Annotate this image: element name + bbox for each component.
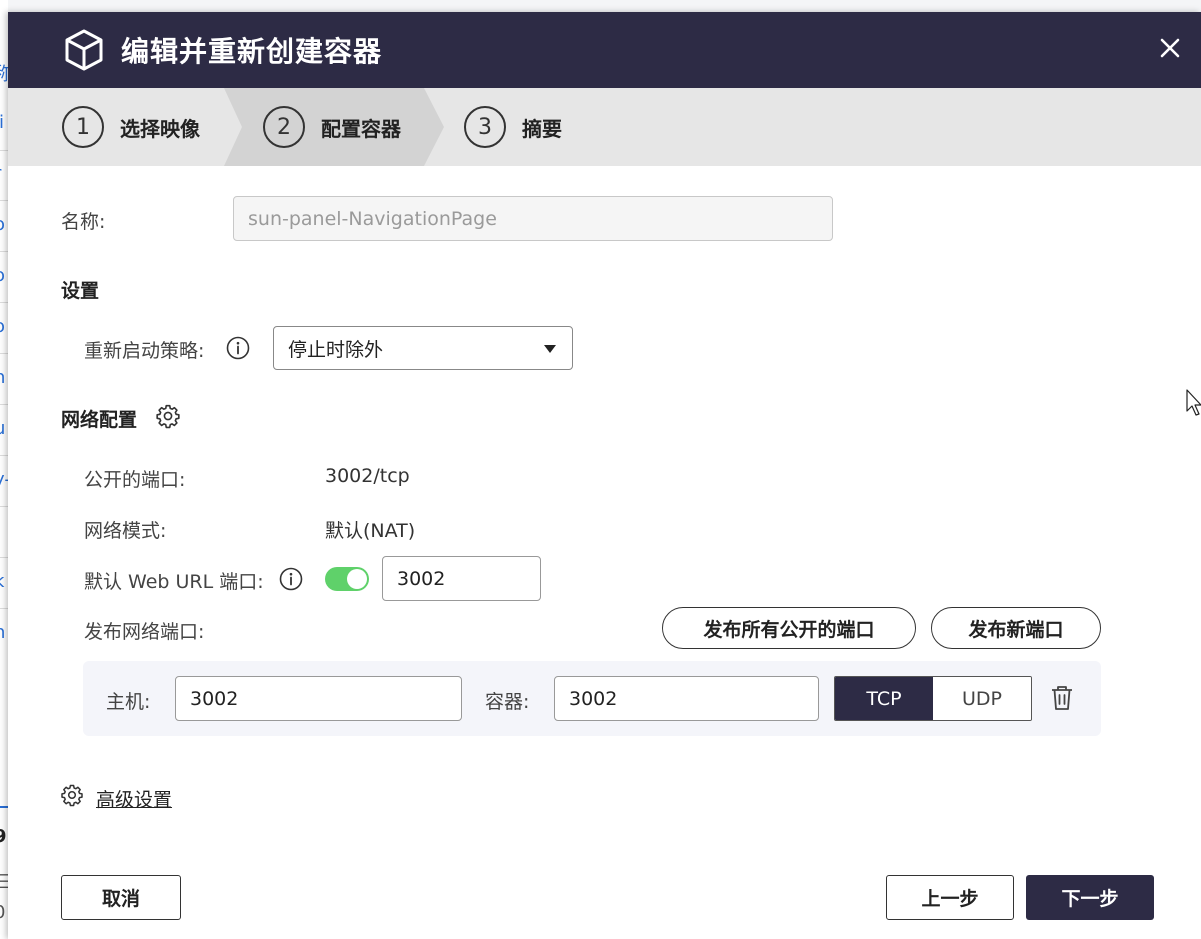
container-port-label: 容器: — [485, 691, 530, 713]
name-field[interactable]: sun-panel-NavigationPage — [233, 196, 833, 241]
bg-divider — [0, 302, 8, 303]
cancel-button[interactable]: 取消 — [61, 875, 181, 920]
cube-icon — [65, 29, 103, 71]
toggle-knob — [347, 569, 367, 589]
web-url-port-toggle[interactable] — [325, 567, 369, 591]
step-configure-container: 2 配置容器 — [263, 88, 401, 166]
wizard-steps: 1 选择映像 2 配置容器 3 摘要 — [8, 88, 1201, 166]
info-icon[interactable] — [226, 336, 250, 360]
close-icon[interactable] — [1158, 36, 1182, 60]
edit-container-dialog: 编辑并重新创建容器 1 选择映像 2 配置容器 3 摘要 名称: sun-pan… — [8, 12, 1201, 939]
mouse-cursor-icon — [1186, 389, 1201, 416]
step-number: 2 — [263, 106, 305, 148]
protocol-udp-option[interactable]: UDP — [933, 677, 1031, 720]
dialog-titlebar: 编辑并重新创建容器 — [8, 12, 1201, 88]
chevron-down-icon — [544, 345, 556, 353]
bg-divider — [0, 200, 8, 201]
bg-fragment: r — [0, 163, 8, 184]
protocol-toggle: TCP UDP — [834, 676, 1032, 721]
network-config-heading: 网络配置 — [61, 409, 138, 431]
gear-icon[interactable] — [155, 403, 181, 429]
bg-fragment: o — [0, 214, 8, 235]
step-number: 3 — [464, 106, 506, 148]
previous-step-button[interactable]: 上一步 — [886, 875, 1014, 920]
bg-divider — [0, 608, 8, 609]
network-mode-value: 默认(NAT) — [325, 520, 416, 542]
bg-fragment: n — [0, 622, 8, 643]
trash-icon[interactable] — [1049, 684, 1075, 712]
step-label: 摘要 — [522, 116, 562, 141]
bg-divider — [0, 506, 8, 507]
bg-fragment: 称 — [0, 60, 8, 86]
name-label: 名称: — [61, 211, 106, 233]
bg-fragment: i — [0, 520, 8, 541]
bg-fragment: 9 — [0, 826, 7, 847]
host-port-label: 主机: — [106, 691, 151, 713]
bg-divider — [0, 404, 8, 405]
bg-fragment: y- — [0, 469, 8, 490]
step-label: 选择映像 — [120, 116, 200, 141]
publish-new-port-button[interactable]: 发布新端口 — [931, 607, 1101, 649]
dialog-title: 编辑并重新创建容器 — [121, 35, 383, 68]
bg-divider — [0, 353, 8, 354]
step-summary: 3 摘要 — [464, 88, 562, 166]
bg-fragment: o — [0, 265, 8, 286]
restart-policy-value: 停止时除外 — [288, 338, 384, 361]
bg-divider — [0, 150, 8, 151]
bg-fragment: n — [0, 367, 8, 388]
bg-divider — [0, 557, 8, 558]
network-mode-label: 网络模式: — [84, 520, 167, 542]
gear-icon[interactable] — [60, 783, 84, 807]
bg-divider — [0, 455, 8, 456]
web-url-port-input[interactable]: 3002 — [382, 556, 541, 601]
bg-divider — [0, 251, 8, 252]
bg-fragment: o — [0, 316, 8, 337]
step-label: 配置容器 — [321, 116, 401, 141]
bg-fragment: 三 — [0, 868, 8, 894]
background-app: 称 li r o o o n u y- i k n 9 三 0 — [0, 0, 8, 939]
bg-fragment: k — [0, 571, 8, 592]
bg-divider — [0, 806, 8, 808]
step-select-image: 1 选择映像 — [62, 88, 200, 166]
next-step-button[interactable]: 下一步 — [1026, 875, 1154, 920]
protocol-tcp-option[interactable]: TCP — [835, 677, 933, 720]
advanced-settings-link[interactable]: 高级设置 — [96, 785, 172, 812]
step-number: 1 — [62, 106, 104, 148]
container-port-input[interactable]: 3002 — [554, 676, 819, 721]
bg-fragment: 0 — [0, 902, 8, 923]
settings-heading: 设置 — [61, 280, 100, 302]
bg-fragment: li — [0, 112, 5, 133]
restart-policy-select[interactable]: 停止时除外 — [273, 326, 573, 370]
publish-ports-label: 发布网络端口: — [84, 621, 205, 643]
publish-all-ports-button[interactable]: 发布所有公开的端口 — [662, 607, 916, 649]
host-port-input[interactable]: 3002 — [175, 676, 462, 721]
exposed-ports-value: 3002/tcp — [325, 465, 410, 487]
bg-fragment: u — [0, 418, 8, 439]
info-icon[interactable] — [279, 567, 303, 591]
exposed-ports-label: 公开的端口: — [84, 469, 186, 491]
restart-policy-label: 重新启动策略: — [84, 340, 205, 362]
web-url-port-label: 默认 Web URL 端口: — [84, 571, 264, 593]
